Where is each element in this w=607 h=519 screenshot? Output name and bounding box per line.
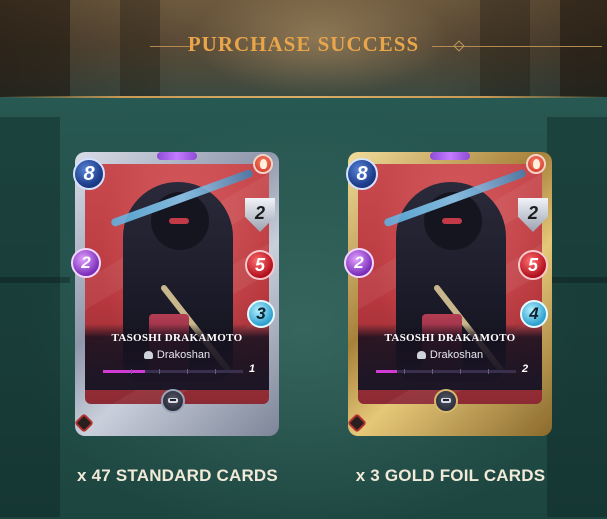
card-name: TASOSHI DRAKAMOTO xyxy=(384,332,516,344)
health-stat: 5 xyxy=(245,250,275,280)
xp-bar-fill xyxy=(376,370,397,373)
card-name: TASOSHI DRAKAMOTO xyxy=(111,332,243,344)
card-gems xyxy=(157,152,197,160)
xp-bar-track xyxy=(376,370,516,373)
magic-attack-stat: 2 xyxy=(344,248,374,278)
speed-stat: 3 xyxy=(247,300,275,328)
page-title: PURCHASE SUCCESS xyxy=(187,32,420,56)
mana-cost: 8 xyxy=(346,158,378,190)
card-standard[interactable]: TASOSHI DRAKAMOTO Drakoshan 1 8 2 5 3 2 xyxy=(71,152,279,436)
card-gold-foil[interactable]: TASOSHI DRAKAMOTO Drakoshan 2 8 2 5 4 2 xyxy=(344,152,552,436)
standard-cards-count: x 47 STANDARD CARDS xyxy=(77,466,278,485)
mask-icon xyxy=(161,389,185,413)
card-faction: Drakoshan xyxy=(85,349,269,361)
card-faction-label: Drakoshan xyxy=(156,349,211,361)
drakoshan-icon xyxy=(416,351,426,359)
card-faction: Drakoshan xyxy=(358,349,542,361)
mana-cost: 8 xyxy=(73,158,105,190)
card-level: 1 xyxy=(249,363,256,375)
card-gems xyxy=(430,152,470,160)
drakoshan-icon xyxy=(143,351,153,359)
magic-attack-stat: 2 xyxy=(71,248,101,278)
card-faction-label: Drakoshan xyxy=(429,349,484,361)
health-stat: 5 xyxy=(518,250,548,280)
card-level: 2 xyxy=(522,363,529,375)
gold-foil-cards-count: x 3 GOLD FOIL CARDS xyxy=(355,466,546,485)
mask-icon xyxy=(434,389,458,413)
speed-stat: 4 xyxy=(520,300,548,328)
xp-bar-fill xyxy=(103,370,145,373)
header-divider xyxy=(0,96,607,98)
fire-icon xyxy=(253,154,273,174)
fire-icon xyxy=(526,154,546,174)
